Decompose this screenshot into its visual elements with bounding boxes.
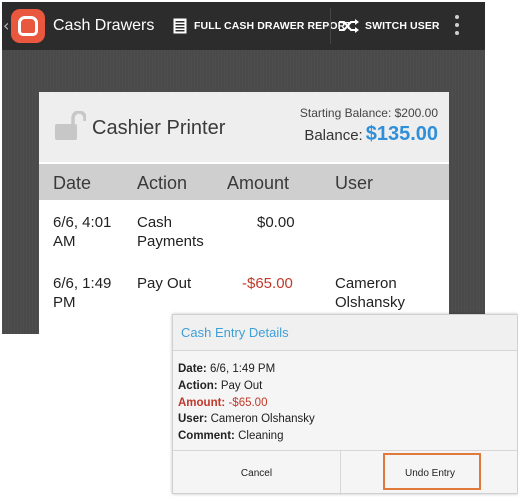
- drawer-card: Cashier Printer Starting Balance: $200.0…: [39, 92, 449, 334]
- date-cell: 6/6, 4:01 AM: [53, 214, 112, 250]
- dialog-title-bar: Cash Entry Details: [173, 315, 517, 351]
- undo-entry-button[interactable]: Undo Entry: [342, 451, 518, 495]
- column-header-amount: Amount: [227, 173, 290, 193]
- date-cell: 6/6, 1:49 PM: [53, 275, 112, 311]
- balance-label: Balance:: [304, 127, 363, 144]
- amount-cell: -$65.00: [242, 275, 293, 292]
- dialog-buttons: Cancel Undo Entry: [173, 450, 518, 495]
- table-header: Date Action Amount User: [39, 164, 449, 200]
- balance: Balance: $135.00: [304, 123, 438, 146]
- cash-entry-details-dialog: Cash Entry Details Date: 6/6, 1:49 PM Ac…: [172, 314, 518, 495]
- switch-user-label: SWITCH USER: [365, 20, 440, 32]
- report-icon: [173, 18, 187, 34]
- action-divider: [330, 8, 331, 44]
- full-report-button[interactable]: FULL CASH DRAWER REPORT: [173, 2, 352, 50]
- cash-drawers-screen: ‹ Cash Drawers FULL CASH DRAWER REPORT S…: [2, 2, 485, 334]
- detail-date: Date: 6/6, 1:49 PM: [178, 363, 276, 375]
- detail-action: Action: Pay Out: [178, 379, 263, 392]
- drawer-header: Cashier Printer Starting Balance: $200.0…: [39, 92, 449, 162]
- amount-cell: $0.00: [257, 214, 295, 231]
- detail-amount: Amount: -$65.00: [178, 396, 268, 409]
- action-cell: Pay Out: [137, 275, 192, 292]
- back-chevron-icon[interactable]: ‹: [3, 16, 9, 35]
- user-cell: Cameron Olshansky: [335, 275, 406, 311]
- detail-user: User: Cameron Olshansky: [178, 413, 315, 426]
- column-header-action: Action: [137, 173, 188, 193]
- cancel-button[interactable]: Cancel: [173, 451, 341, 495]
- switch-user-button[interactable]: SWITCH USER: [338, 2, 440, 50]
- unlocked-padlock-icon: [55, 111, 86, 140]
- action-cell: Cash Payments: [137, 214, 204, 250]
- column-header-user: User: [335, 173, 374, 193]
- detail-comment: Comment: Cleaning: [178, 430, 284, 443]
- screen-title: Cash Drawers: [53, 17, 155, 34]
- overflow-menu-icon[interactable]: [454, 15, 460, 37]
- action-bar: ‹ Cash Drawers FULL CASH DRAWER REPORT S…: [2, 2, 485, 50]
- dialog-title: Cash Entry Details: [181, 325, 289, 340]
- drawer-name: Cashier Printer: [92, 117, 226, 139]
- dialog-body: Date: 6/6, 1:49 PM Action: Pay Out Amoun…: [178, 361, 315, 445]
- column-header-date: Date: [53, 173, 92, 193]
- full-report-label: FULL CASH DRAWER REPORT: [194, 20, 352, 32]
- balance-value: $135.00: [365, 123, 438, 145]
- shuffle-icon: [339, 19, 359, 33]
- app-logo-icon[interactable]: [11, 9, 45, 43]
- starting-balance: Starting Balance: $200.00: [299, 106, 438, 120]
